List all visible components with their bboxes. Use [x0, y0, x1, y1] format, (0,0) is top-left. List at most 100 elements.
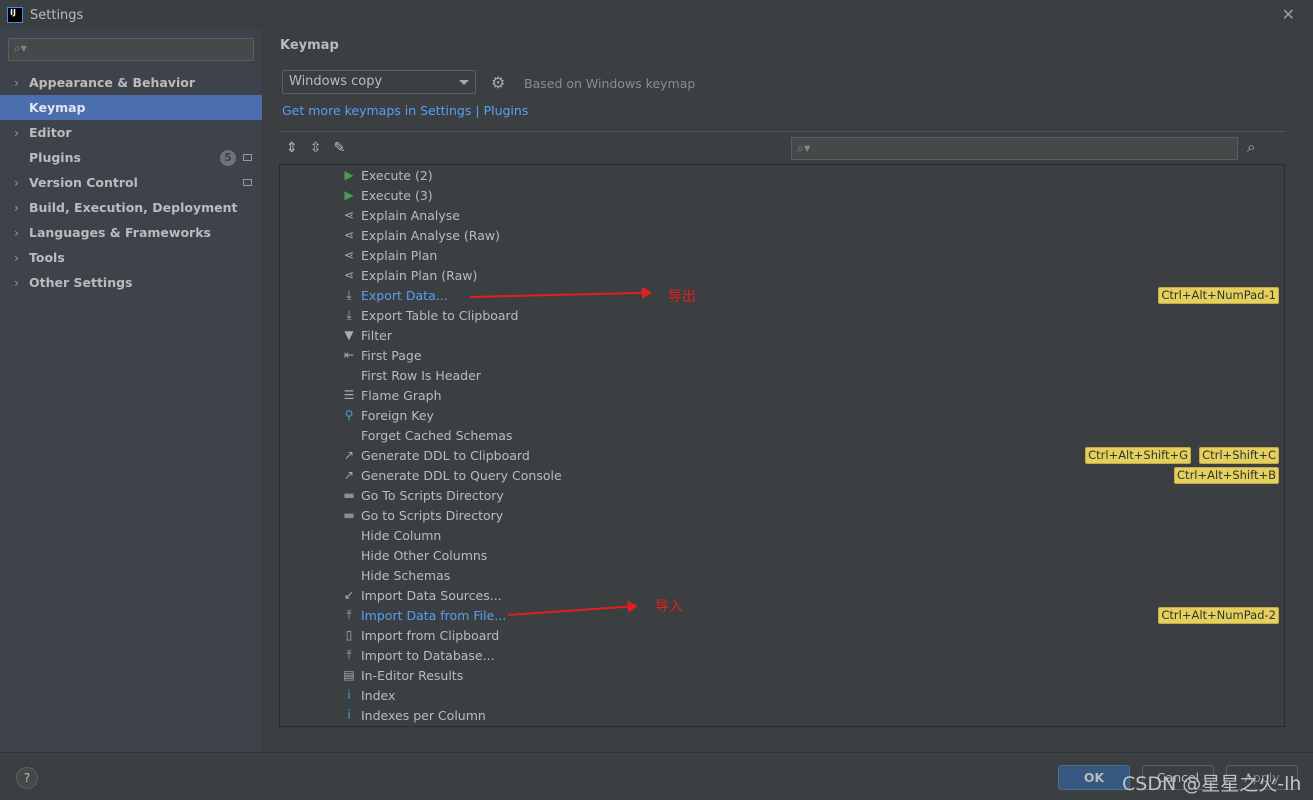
keymap-select-value: Windows copy: [289, 74, 383, 89]
export-arrow-icon: ↗: [343, 448, 355, 462]
settings-nav: › Appearance & Behavior Keymap › Editor Plugi…: [0, 70, 262, 295]
action-row[interactable]: ⋖ Explain Plan: [280, 245, 1280, 265]
find-by-shortcut-icon[interactable]: ⌕: [1247, 138, 1255, 156]
upload-icon: ⤒: [346, 607, 352, 622]
watermark: CSDN @星星之火-lh: [1122, 773, 1302, 795]
action-row[interactable]: ⤓ Export Table to Clipboard: [280, 305, 1280, 325]
ok-button[interactable]: OK: [1058, 765, 1130, 790]
plugins-link[interactable]: Plugins: [484, 103, 529, 118]
close-icon[interactable]: ✕: [1282, 5, 1295, 24]
shortcut-badge: Ctrl+Alt+NumPad-2: [1158, 606, 1279, 624]
sidebar-item-languages-frameworks[interactable]: › Languages & Frameworks: [0, 220, 262, 245]
action-row[interactable]: i Indexes per Column: [280, 705, 1280, 725]
action-row[interactable]: ⋖ Explain Analyse: [280, 205, 1280, 225]
chevron-down-icon: [459, 80, 469, 90]
action-label: Export Data...: [361, 287, 448, 303]
explain-icon: ⋖: [343, 268, 355, 282]
action-row[interactable]: Forget Cached Schemas: [280, 425, 1280, 445]
dialog-footer: ? OK Cancel Apply CSDN @星星之火-lh: [0, 752, 1313, 800]
settings-search-input[interactable]: ⌕▾: [8, 38, 254, 61]
sidebar-item-editor[interactable]: › Editor: [0, 120, 262, 145]
chevron-right-icon: ›: [14, 175, 19, 190]
action-row[interactable]: ⚲ Foreign Key: [280, 405, 1280, 425]
keymap-select[interactable]: Windows copy: [282, 70, 476, 94]
action-row[interactable]: ⤒ Import Data from File... Ctrl+Alt+NumPad…: [280, 605, 1280, 625]
action-label: Explain Analyse: [361, 207, 460, 223]
shortcut-badge: Ctrl+Alt+NumPad-1: [1158, 286, 1279, 304]
edit-icon[interactable]: ✎: [333, 140, 345, 156]
action-label: Explain Analyse (Raw): [361, 227, 500, 243]
action-label: Import from Clipboard: [361, 627, 500, 643]
sidebar-item-keymap[interactable]: Keymap: [0, 95, 262, 120]
action-label: Export Table to Clipboard: [361, 307, 519, 323]
action-row[interactable]: i Index: [280, 685, 1280, 705]
sidebar-item-label: Other Settings: [29, 275, 133, 290]
action-row[interactable]: ⋖ Explain Analyse (Raw): [280, 225, 1280, 245]
action-row[interactable]: First Row Is Header: [280, 365, 1280, 385]
action-row[interactable]: ↙ Import Data Sources...: [280, 585, 1280, 605]
search-icon: ⌕▾: [797, 140, 811, 155]
filter-icon: ▼: [344, 328, 354, 342]
sidebar: ⌕▾ › Appearance & Behavior Keymap › Editor Pl…: [0, 30, 262, 752]
play-icon: ▶: [344, 168, 354, 182]
page-title: Keymap: [280, 38, 339, 53]
key-icon: ⚲: [344, 408, 354, 422]
first-page-icon: ⇤: [343, 348, 355, 362]
sidebar-item-tools[interactable]: › Tools: [0, 245, 262, 270]
folder-icon: ▬: [343, 488, 355, 502]
gear-icon[interactable]: ⚙: [491, 73, 505, 92]
action-label: Foreign Key: [361, 407, 434, 423]
shortcut-list: Ctrl+Alt+Shift+B: [1174, 466, 1279, 484]
link-separator: |: [471, 103, 484, 118]
tree-toolbar: ⇕ ⇳ ✎: [286, 140, 345, 156]
action-row[interactable]: ▬ Go to Scripts Directory: [280, 505, 1280, 525]
action-row[interactable]: ☰ Flame Graph: [280, 385, 1280, 405]
action-row[interactable]: Hide Other Columns: [280, 545, 1280, 565]
action-label: Import Data from File...: [361, 607, 507, 623]
chevron-right-icon: ›: [14, 75, 19, 90]
sidebar-item-build-execution-deployment[interactable]: › Build, Execution, Deployment: [0, 195, 262, 220]
action-search-input[interactable]: ⌕▾: [791, 137, 1238, 160]
action-row[interactable]: ⋖ Explain Plan (Raw): [280, 265, 1280, 285]
sidebar-item-label: Languages & Frameworks: [29, 225, 211, 240]
action-row[interactable]: ⇤ First Page: [280, 345, 1280, 365]
action-row[interactable]: ▶ Execute (2): [280, 165, 1280, 185]
action-label: Index: [361, 687, 396, 703]
expand-all-icon[interactable]: ⇕: [286, 140, 298, 156]
chevron-right-icon: ›: [14, 275, 19, 290]
action-label: Indexes per Column: [361, 707, 486, 723]
sidebar-item-plugins[interactable]: Plugins 5: [0, 145, 262, 170]
info-icon: i: [347, 688, 351, 702]
action-row[interactable]: Hide Column: [280, 525, 1280, 545]
action-row[interactable]: ↗ Generate DDL to Clipboard Ctrl+Alt+Shift…: [280, 445, 1280, 465]
collapse-all-icon[interactable]: ⇳: [310, 140, 322, 156]
action-row[interactable]: ▼ Filter: [280, 325, 1280, 345]
action-row[interactable]: ▶ Execute (3): [280, 185, 1280, 205]
action-row[interactable]: ⤒ Import to Database...: [280, 645, 1280, 665]
action-label: Filter: [361, 327, 392, 343]
keymap-links: Get more keymaps in Settings | Plugins: [282, 103, 528, 118]
sidebar-item-appearance-behavior[interactable]: › Appearance & Behavior: [0, 70, 262, 95]
action-tree[interactable]: ▶ Execute (2) ▶ Execute (3) ⋖ Explain Analyse…: [279, 164, 1285, 727]
action-row[interactable]: ↗ Generate DDL to Query Console Ctrl+Alt+S…: [280, 465, 1280, 485]
based-on-label: Based on Windows keymap: [524, 76, 696, 91]
settings-link[interactable]: Get more keymaps in Settings: [282, 103, 471, 118]
action-row[interactable]: ▯ Import from Clipboard: [280, 625, 1280, 645]
action-label: Hide Other Columns: [361, 547, 488, 563]
update-count-badge: 5: [220, 150, 236, 166]
action-label: Hide Schemas: [361, 567, 451, 583]
sidebar-item-version-control[interactable]: › Version Control: [0, 170, 262, 195]
table-icon: ▤: [343, 668, 355, 682]
action-row[interactable]: ⤓ Export Data... Ctrl+Alt+NumPad-1: [280, 285, 1280, 305]
action-row[interactable]: ▤ In-Editor Results: [280, 665, 1280, 685]
sidebar-item-other-settings[interactable]: › Other Settings: [0, 270, 262, 295]
action-label: Execute (3): [361, 187, 433, 203]
action-row[interactable]: Hide Schemas: [280, 565, 1280, 585]
action-label: Import Data Sources...: [361, 587, 502, 603]
action-label: In-Editor Results: [361, 667, 464, 683]
action-label: Explain Plan: [361, 247, 438, 263]
action-row[interactable]: ▬ Go To Scripts Directory: [280, 485, 1280, 505]
help-button[interactable]: ?: [16, 767, 38, 789]
chevron-right-icon: ›: [14, 200, 19, 215]
action-label: Go to Scripts Directory: [361, 507, 504, 523]
